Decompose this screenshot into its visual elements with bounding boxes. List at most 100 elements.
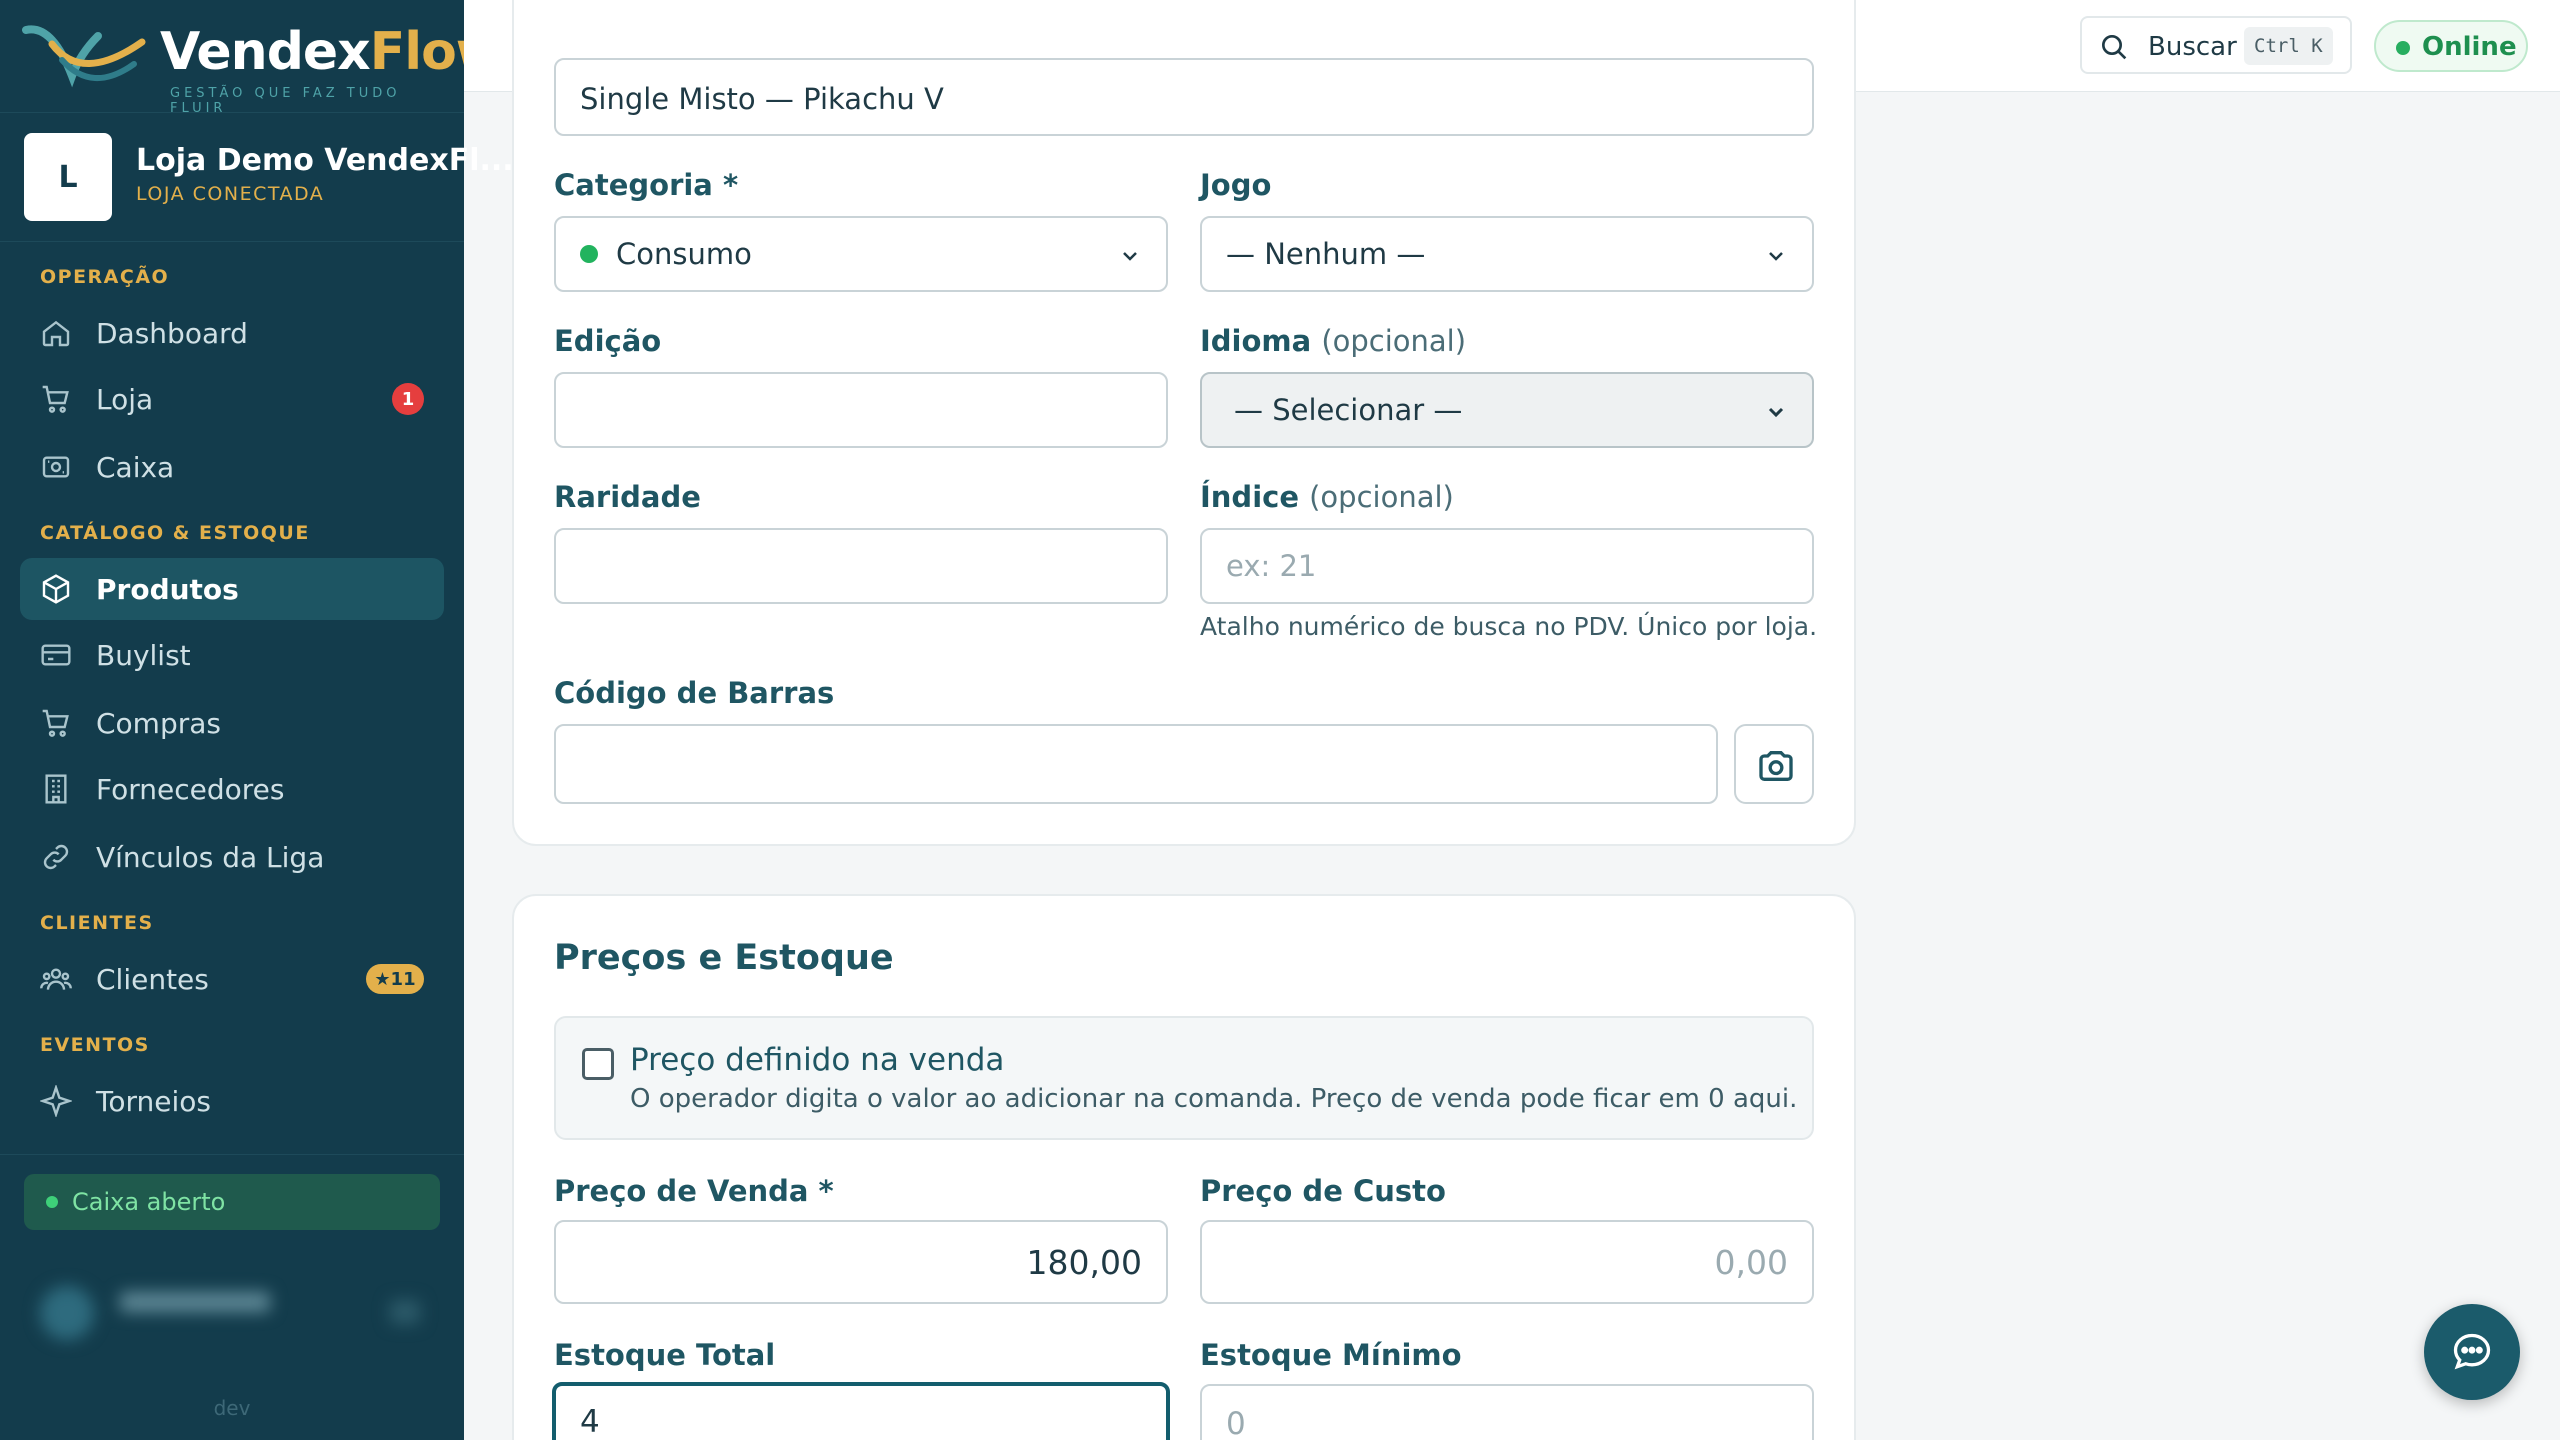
- sidebar-item-label: Produtos: [96, 572, 239, 606]
- environment-label: dev: [213, 1396, 251, 1420]
- cash-status-pill[interactable]: Caixa aberto: [24, 1174, 440, 1230]
- edition-label: Edição: [554, 324, 662, 358]
- stock-total-label: Estoque Total: [554, 1338, 776, 1372]
- nav-section-operacao: OPERAÇÃO: [40, 266, 170, 288]
- sidebar-item-label: Clientes: [96, 962, 209, 996]
- barcode-input[interactable]: [554, 724, 1718, 804]
- sidebar-item-vinculos-liga[interactable]: Vínculos da Liga: [20, 826, 444, 888]
- cash-status-label: Caixa aberto: [72, 1188, 226, 1216]
- connection-status-badge: Online: [2374, 20, 2528, 72]
- store-avatar: L: [24, 133, 112, 221]
- rarity-label: Raridade: [554, 480, 701, 514]
- game-label: Jogo: [1200, 168, 1272, 202]
- store-status: LOJA CONECTADA: [136, 183, 325, 205]
- box-icon: [42, 574, 70, 604]
- category-select[interactable]: Consumo: [554, 216, 1168, 292]
- sale-price-label: Preço de Venda *: [554, 1174, 834, 1208]
- camera-icon: [1759, 751, 1793, 781]
- user-profile[interactable]: [30, 1278, 420, 1348]
- user-name-blurred: [120, 1292, 270, 1312]
- search-icon: [2102, 35, 2127, 60]
- category-color-dot: [580, 245, 598, 263]
- nav-section-clientes: CLIENTES: [40, 912, 154, 934]
- sale-price-input[interactable]: 180,00: [554, 1220, 1168, 1304]
- vendexflow-logo-icon: [22, 25, 146, 88]
- status-dot: [46, 1196, 58, 1208]
- home-icon: [42, 320, 70, 347]
- sidebar-item-dashboard[interactable]: Dashboard: [20, 302, 444, 364]
- rarity-input[interactable]: [554, 528, 1168, 604]
- language-label: Idioma (opcional): [1200, 324, 1467, 358]
- sidebar-item-label: Torneios: [96, 1084, 211, 1118]
- sidebar-item-label: Vínculos da Liga: [96, 840, 325, 874]
- sparkle-icon: [40, 1085, 72, 1117]
- brand-name: VendexFlow: [160, 22, 504, 82]
- game-value: — Nenhum —: [1226, 237, 1426, 271]
- search-label: Buscar: [2148, 32, 2237, 62]
- sidebar-item-torneios[interactable]: Torneios: [20, 1070, 444, 1132]
- store-switcher[interactable]: L Loja Demo VendexFl... LOJA CONECTADA: [0, 112, 514, 242]
- users-icon: [40, 968, 72, 990]
- sidebar-item-buylist[interactable]: Buylist: [20, 624, 444, 686]
- sidebar-item-label: Loja: [96, 382, 154, 416]
- sidebar-item-label: Caixa: [96, 450, 175, 484]
- nav-section-eventos: EVENTOS: [40, 1034, 150, 1056]
- price-at-sale-checkbox[interactable]: [582, 1048, 614, 1080]
- chat-button[interactable]: [2424, 1304, 2520, 1400]
- chevron-down-icon: [1769, 252, 1783, 261]
- scan-barcode-button[interactable]: [1734, 724, 1814, 804]
- product-name-input[interactable]: Single Misto — Pikachu V: [554, 58, 1814, 136]
- chat-icon: [2453, 1333, 2491, 1370]
- user-menu-blurred: [390, 1300, 420, 1324]
- index-label: Índice (opcional): [1200, 480, 1454, 514]
- sidebar-item-label: Dashboard: [96, 316, 248, 350]
- cost-price-input[interactable]: 0,00: [1200, 1220, 1814, 1304]
- stock-min-label: Estoque Mínimo: [1200, 1338, 1462, 1372]
- status-dot: [2396, 41, 2410, 55]
- sidebar-item-label: Fornecedores: [96, 772, 285, 806]
- nav-section-catalogo: CATÁLOGO & ESTOQUE: [40, 522, 310, 544]
- sidebar-item-fornecedores[interactable]: Fornecedores: [20, 758, 444, 820]
- loyalty-badge: ★11: [366, 964, 424, 994]
- sidebar-divider: [0, 1154, 464, 1155]
- cost-price-label: Preço de Custo: [1200, 1174, 1446, 1208]
- brand[interactable]: VendexFlow GESTÃO QUE FAZ TUDO FLUIR: [22, 14, 504, 116]
- edition-input[interactable]: [554, 372, 1168, 448]
- sidebar: VendexFlow GESTÃO QUE FAZ TUDO FLUIR L L…: [0, 0, 514, 1440]
- cart-icon: [42, 709, 69, 737]
- sidebar-item-loja[interactable]: Loja 1: [20, 368, 444, 430]
- price-at-sale-panel[interactable]: Preço definido na venda O operador digit…: [554, 1016, 1814, 1140]
- chevron-down-icon: [1768, 407, 1784, 418]
- index-helper-text: Atalho numérico de busca no PDV. Único p…: [1200, 612, 1818, 641]
- stock-min-input[interactable]: 0: [1200, 1384, 1814, 1440]
- search-button[interactable]: Buscar Ctrl K: [2080, 16, 2352, 74]
- keyboard-shortcut: Ctrl K: [2244, 27, 2333, 65]
- barcode-label: Código de Barras: [554, 676, 835, 710]
- sidebar-item-label: Buylist: [96, 638, 191, 672]
- connection-status-label: Online: [2422, 32, 2517, 62]
- avatar: [40, 1286, 94, 1340]
- price-at-sale-description: O operador digita o valor ao adicionar n…: [630, 1084, 1798, 1114]
- sidebar-item-compras[interactable]: Compras: [20, 692, 444, 754]
- section-title-pricing: Preços e Estoque: [554, 938, 894, 978]
- price-at-sale-label: Preço definido na venda: [630, 1042, 1005, 1078]
- chevron-down-icon: [1123, 252, 1137, 261]
- sidebar-item-label: Compras: [96, 706, 221, 740]
- language-value: — Selecionar —: [1234, 393, 1463, 427]
- language-select[interactable]: — Selecionar —: [1200, 372, 1814, 448]
- sidebar-item-produtos[interactable]: Produtos: [20, 558, 444, 620]
- category-value: Consumo: [616, 237, 752, 271]
- sidebar-item-clientes[interactable]: Clientes ★11: [20, 948, 444, 1010]
- index-input[interactable]: ex: 21: [1200, 528, 1814, 604]
- store-name: Loja Demo VendexFl...: [136, 143, 514, 178]
- game-select[interactable]: — Nenhum —: [1200, 216, 1814, 292]
- cart-icon: [42, 385, 69, 413]
- building-icon: [45, 774, 67, 804]
- link-icon: [43, 844, 69, 870]
- sidebar-item-caixa[interactable]: Caixa: [20, 436, 444, 498]
- stock-total-input[interactable]: 4: [552, 1382, 1170, 1440]
- notification-badge: 1: [392, 383, 424, 415]
- cash-register-icon: [42, 456, 70, 478]
- category-label: Categoria *: [554, 168, 739, 202]
- card-icon: [41, 644, 71, 666]
